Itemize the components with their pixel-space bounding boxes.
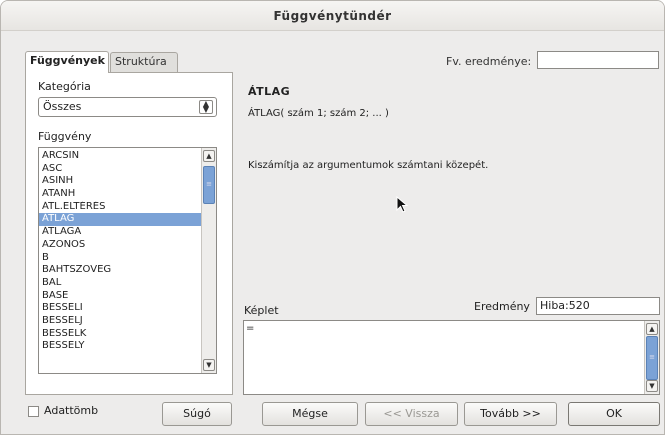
help-button[interactable]: Súgó [162, 402, 232, 426]
list-item[interactable]: ATANH [39, 188, 201, 201]
function-label: Függvény [38, 130, 92, 143]
function-result-label: Fv. eredménye: [446, 55, 532, 68]
tab-structure[interactable]: Struktúra [110, 52, 178, 72]
function-syntax: ÁTLAG( szám 1; szám 2; ... ) [248, 108, 389, 119]
scroll-down-icon[interactable]: ▼ [203, 359, 215, 371]
function-list-scrollbar[interactable]: ▲ ≡ ▼ [201, 148, 216, 373]
list-item[interactable]: ÁTL.ELTÉRÉS [39, 201, 201, 214]
window-title: Függvénytündér [1, 1, 664, 31]
back-button[interactable]: << Vissza [365, 402, 458, 426]
array-checkbox[interactable] [28, 406, 39, 417]
list-item[interactable]: BESSELK [39, 328, 201, 341]
list-item[interactable]: ASC [39, 163, 201, 176]
list-item[interactable]: B [39, 252, 201, 265]
result-field: Hiba:520 [536, 297, 660, 315]
list-item[interactable]: ÁTLAGA [39, 226, 201, 239]
function-list[interactable]: ARCSIN ASC ASINH ATANH ÁTL.ELTÉRÉS ÁTLAG ÁTLAG… [38, 147, 217, 374]
list-item[interactable]: BESSELI [39, 302, 201, 315]
function-name: ÁTLAG [248, 85, 291, 98]
list-item[interactable]: AZONOS [39, 239, 201, 252]
list-item[interactable]: BESSELY [39, 340, 201, 353]
formula-label: Képlet [244, 304, 279, 317]
function-wizard-dialog: Függvénytündér Függvények Struktúra Kate… [0, 0, 665, 435]
function-list-items: ARCSIN ASC ASINH ATANH ÁTL.ELTÉRÉS ÁTLAG ÁTLAG… [39, 150, 201, 353]
list-item[interactable]: BAHTSZÖVEG [39, 264, 201, 277]
array-checkbox-label: Adattömb [44, 404, 99, 417]
category-value: Összes [43, 100, 82, 113]
function-description: Kiszámítja az argumentumok számtani köze… [248, 160, 489, 171]
formula-text: = [246, 323, 255, 334]
list-item[interactable]: ÁTLAG [39, 213, 201, 227]
cancel-button[interactable]: Mégse [262, 402, 358, 426]
formula-scroll-up-icon[interactable]: ▲ [646, 323, 658, 335]
formula-editor[interactable]: = ▲ ≡ ▼ [243, 320, 660, 395]
function-result-field [537, 51, 659, 69]
tab-functions[interactable]: Függvények [25, 51, 109, 73]
mouse-pointer-icon [396, 196, 409, 213]
result-label: Eredmény [474, 300, 530, 313]
next-button[interactable]: Tovább >> [464, 402, 557, 426]
list-item[interactable]: ARCSIN [39, 150, 201, 163]
list-item[interactable]: BESSELJ [39, 315, 201, 328]
list-item[interactable]: BAL [39, 277, 201, 290]
updown-arrows-icon: ▲ ▼ [199, 100, 213, 114]
formula-scrollbar[interactable]: ▲ ≡ ▼ [644, 321, 659, 394]
scroll-thumb[interactable]: ≡ [203, 166, 215, 204]
formula-scroll-down-icon[interactable]: ▼ [646, 380, 658, 392]
ok-button[interactable]: OK [568, 402, 660, 426]
formula-scroll-thumb[interactable]: ≡ [646, 336, 658, 380]
list-item[interactable]: ASINH [39, 175, 201, 188]
category-label: Kategória [38, 80, 91, 93]
category-select[interactable]: Összes ▲ ▼ [38, 97, 217, 117]
scroll-up-icon[interactable]: ▲ [203, 150, 215, 162]
list-item[interactable]: BASE [39, 290, 201, 303]
